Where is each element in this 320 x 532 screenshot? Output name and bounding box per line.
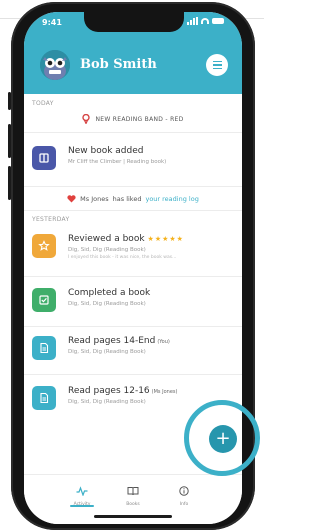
- active-tab-indicator: [70, 505, 94, 507]
- avatar[interactable]: [40, 50, 70, 80]
- star-icon: [32, 234, 56, 258]
- list-item-completed[interactable]: Completed a book Dig, Sid, Dig (Reading …: [32, 288, 234, 316]
- user-name: Bob Smith: [80, 57, 157, 72]
- home-indicator: [94, 515, 172, 518]
- item-subtitle: Mr Cliff the Climber | Reading book): [68, 159, 167, 165]
- band-notice: NEW READING BAND - RED: [24, 114, 242, 124]
- divider: [24, 210, 242, 211]
- menu-icon-line: [212, 64, 222, 66]
- bottom-tab-bar: Activity Books Info: [24, 474, 242, 524]
- tab-label: Books: [126, 502, 140, 507]
- item-subtitle: Dig, Sid, Dig (Reading Book): [68, 247, 146, 253]
- document-icon: [32, 386, 56, 410]
- reading-log-link[interactable]: your reading log: [145, 195, 198, 203]
- item-tag: (Ms Jones): [151, 389, 178, 395]
- tab-info[interactable]: Info: [164, 481, 204, 507]
- review-note: I enjoyed this book - it was nice, the b…: [68, 255, 177, 260]
- item-title-row: Reviewed a book ★★★★★: [68, 234, 184, 244]
- menu-button[interactable]: [206, 54, 228, 76]
- liked-notice: Ms Jones has liked your reading log: [24, 195, 242, 203]
- document-icon: [32, 336, 56, 360]
- mute-switch: [8, 92, 11, 110]
- item-subtitle: Dig, Sid, Dig (Reading Book): [68, 301, 146, 307]
- open-book-icon: [127, 487, 139, 496]
- wifi-icon: [201, 18, 209, 24]
- list-item-reviewed[interactable]: Reviewed a book ★★★★★ Dig, Sid, Dig (Read…: [32, 234, 234, 264]
- divider: [24, 326, 242, 327]
- status-icons: [187, 17, 224, 25]
- item-tag: (You): [157, 339, 170, 345]
- section-yesterday: YESTERDAY: [32, 216, 70, 223]
- item-title-row: Read pages 14-End (You): [68, 336, 170, 346]
- list-item-new-book[interactable]: New book added Mr Cliff the Climber | Re…: [32, 146, 234, 174]
- volume-up-button: [8, 124, 11, 158]
- checkmark-icon: [32, 288, 56, 312]
- add-button[interactable]: +: [209, 425, 237, 453]
- section-today: TODAY: [32, 100, 54, 107]
- book-icon: [32, 146, 56, 170]
- item-title-row: Read pages 12-16 (Ms Jones): [68, 386, 177, 396]
- rating-stars: ★★★★★: [147, 235, 184, 243]
- item-subtitle: Dig, Sid, Dig (Reading Book): [68, 349, 146, 355]
- tab-books[interactable]: Books: [113, 481, 153, 507]
- divider: [24, 186, 242, 187]
- plus-icon: +: [215, 428, 231, 449]
- liked-mid: has liked: [112, 195, 142, 203]
- status-time: 9:41: [42, 18, 62, 27]
- tab-activity[interactable]: Activity: [62, 481, 102, 507]
- info-icon: [179, 486, 189, 496]
- location-pin-icon: [82, 114, 91, 124]
- divider: [24, 132, 242, 133]
- band-notice-text: NEW READING BAND - RED: [95, 115, 184, 123]
- divider: [24, 276, 242, 277]
- item-title: Reviewed a book: [68, 234, 145, 244]
- volume-down-button: [8, 166, 11, 200]
- monster-avatar-icon: [40, 50, 70, 80]
- heart-icon: [67, 195, 76, 203]
- battery-icon: [212, 18, 224, 24]
- list-item-read-pages[interactable]: Read pages 14-End (You) Dig, Sid, Dig (Re…: [32, 336, 234, 364]
- item-title: Completed a book: [68, 288, 151, 298]
- item-title: Read pages 14-End: [68, 336, 156, 346]
- signal-icon: [187, 17, 198, 25]
- liked-who: Ms Jones: [80, 195, 109, 203]
- tab-label: Info: [179, 502, 189, 507]
- item-subtitle: Dig, Sid, Dig (Reading Book): [68, 399, 146, 405]
- activity-icon: [76, 486, 88, 497]
- phone-notch: [84, 12, 184, 32]
- menu-icon-line: [212, 67, 222, 70]
- item-title: Read pages 12-16: [68, 386, 150, 396]
- divider: [24, 374, 242, 375]
- menu-icon-line: [212, 60, 222, 63]
- item-title: New book added: [68, 146, 144, 156]
